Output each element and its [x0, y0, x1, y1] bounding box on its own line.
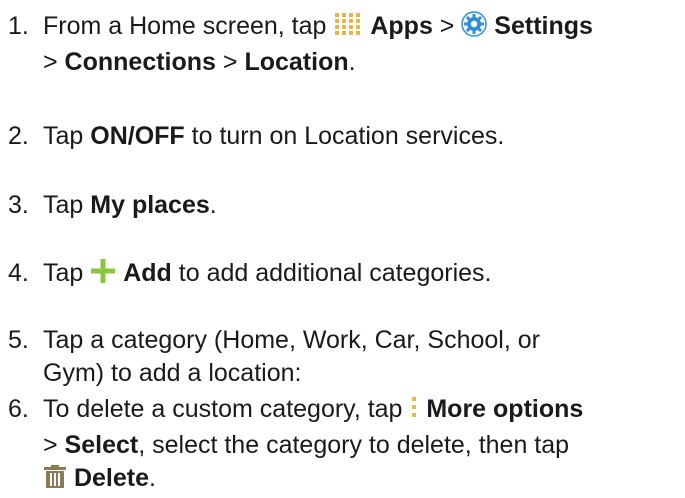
step-text-segment: to turn on Location services.	[184, 122, 505, 150]
step-text-segment: .	[209, 191, 217, 219]
step-text-segment: Tap	[43, 122, 91, 150]
step-text-segment: >	[215, 48, 245, 76]
step-text-segment: Tap	[43, 259, 91, 287]
step-text-segment: Tap	[43, 191, 91, 219]
step-text-line: Gym) to add a location:	[43, 359, 302, 387]
settings-label: Settings	[494, 12, 593, 40]
step-text: From a Home screen, tap Apps > Settings …	[43, 10, 683, 79]
step-text-line: Tap a category (Home, Work, Car, School,…	[43, 326, 540, 354]
step-number: 4.	[8, 259, 29, 287]
step-text-segment: >	[432, 12, 462, 40]
add-plus-icon	[90, 258, 116, 293]
step-text: Tap Add to add additional categories.	[43, 257, 683, 293]
apps-grid-icon	[333, 11, 363, 46]
step-number: 2.	[8, 122, 29, 150]
step-text-segment: From a Home screen, tap	[43, 12, 334, 40]
step-text-segment: To delete a custom category, tap	[43, 395, 410, 423]
step-text: Tap a category (Home, Work, Car, School,…	[43, 324, 683, 390]
step-text-segment: .	[149, 464, 156, 492]
more-options-label: More options	[426, 395, 584, 423]
add-label: Add	[123, 259, 172, 287]
step-text-segment: >	[43, 431, 65, 459]
location-label: Location	[244, 48, 349, 76]
connections-label: Connections	[64, 48, 216, 76]
step-text-segment: .	[348, 48, 356, 76]
step-number: 5.	[8, 326, 29, 354]
settings-gear-icon	[461, 11, 488, 46]
apps-label: Apps	[370, 12, 433, 40]
delete-label: Delete	[73, 464, 149, 492]
step-number: 1.	[8, 12, 29, 40]
my-places-label: My places	[90, 191, 210, 219]
step-text: Tap My places.	[43, 189, 683, 222]
step-number: 3.	[8, 191, 29, 219]
step-text-segment: , select the category to delete, then ta…	[138, 431, 570, 459]
delete-trash-icon	[43, 465, 67, 498]
step-text-segment: >	[43, 48, 65, 76]
step-text-segment: to add additional categories.	[171, 259, 492, 287]
onoff-label: ON/OFF	[90, 122, 185, 150]
step-number: 6.	[8, 395, 29, 423]
step-text: Tap ON/OFF to turn on Location services.	[43, 120, 683, 153]
select-label: Select	[64, 431, 139, 459]
step-text: To delete a custom category, tap More op…	[43, 393, 683, 498]
more-options-icon	[409, 394, 419, 429]
